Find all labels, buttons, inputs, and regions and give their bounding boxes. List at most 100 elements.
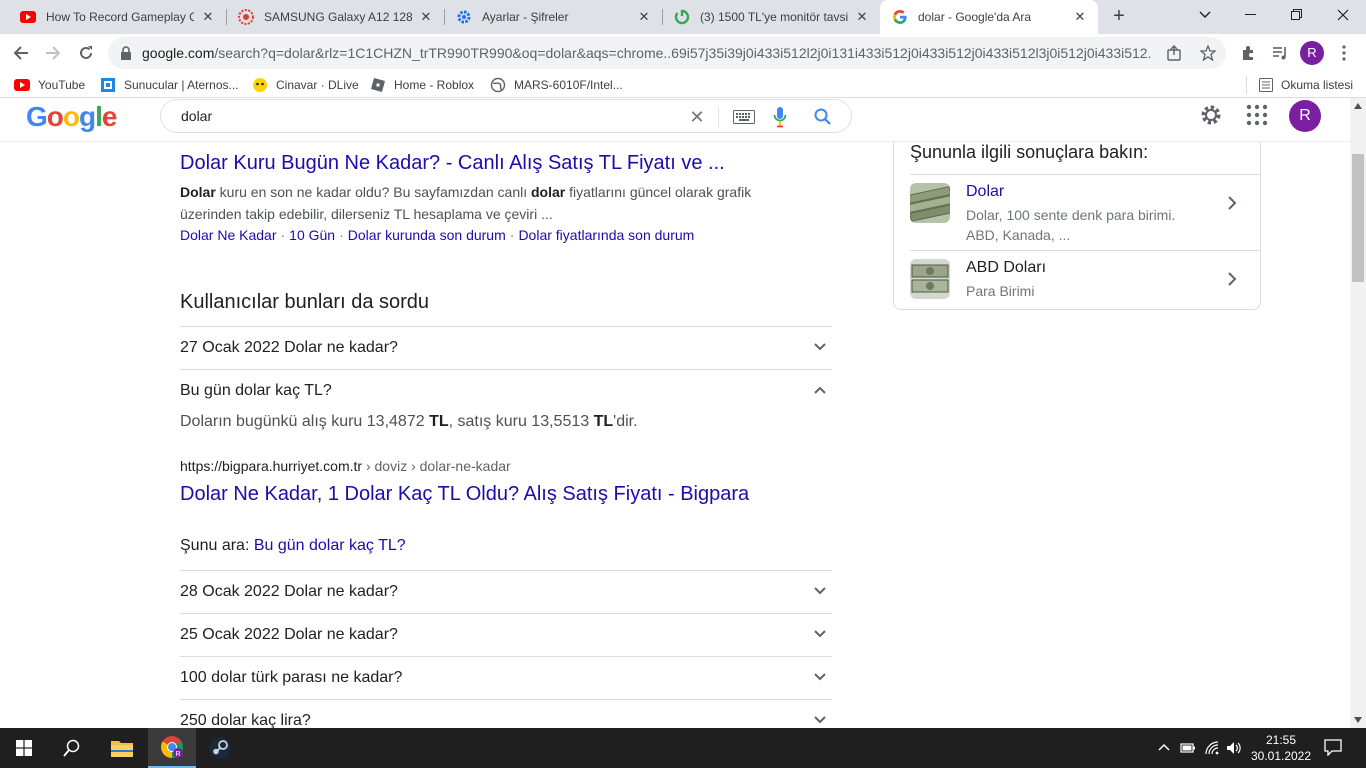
tab-5-active[interactable]: dolar - Google'da Ara ✕ — [880, 0, 1098, 34]
chevron-down-icon — [814, 673, 826, 681]
related-item-abd-dolari[interactable]: ABD Doları Para Birimi — [910, 250, 1260, 308]
tab-strip: How To Record Gameplay On ✕ SAMSUNG Gala… — [0, 0, 1366, 34]
scroll-down-arrow-icon[interactable] — [1350, 712, 1366, 728]
media-control-icon[interactable] — [1270, 43, 1290, 63]
minimize-button[interactable] — [1228, 0, 1274, 30]
tab-3-close-icon[interactable]: ✕ — [636, 9, 652, 25]
url-text[interactable]: google.com/search?q=dolar&rlz=1C1CHZN_tr… — [142, 45, 1152, 61]
taskbar-search-icon[interactable] — [48, 728, 96, 768]
wifi-icon[interactable] — [1204, 740, 1220, 756]
chrome-taskbar-icon[interactable]: R — [148, 728, 196, 768]
steam-icon[interactable] — [196, 728, 244, 768]
clear-search-icon[interactable]: ✕ — [687, 107, 707, 127]
bookmark-youtube[interactable]: YouTube — [14, 76, 85, 94]
bookmark-roblox[interactable]: Home - Roblox — [370, 76, 474, 94]
google-account-avatar[interactable]: R — [1289, 100, 1321, 132]
sitelink[interactable]: Dolar Ne Kadar — [180, 227, 277, 243]
paa-question-text: 28 Ocak 2022 Dolar ne kadar? — [180, 583, 398, 600]
url-path: /search?q=dolar&rlz=1C1CHZN_trTR990TR990… — [214, 45, 1152, 61]
cite-domain: https://bigpara.hurriyet.com.tr — [180, 458, 363, 474]
sitelink[interactable]: 10 Gün — [289, 227, 335, 243]
bookmark-mars[interactable]: MARS-6010F/Intel... — [490, 76, 623, 94]
scrollbar-thumb[interactable] — [1352, 154, 1364, 282]
tab-4[interactable]: (3) 1500 TL'ye monitör tavsiye ✕ — [662, 0, 880, 34]
paa-source-title-link[interactable]: Dolar Ne Kadar, 1 Dolar Kaç TL Oldu? Alı… — [180, 483, 749, 506]
paa-question-text: 27 Ocak 2022 Dolar ne kadar? — [180, 339, 398, 356]
result-snippet: Dolar kuru en son ne kadar oldu? Bu sayf… — [180, 181, 780, 225]
gear-icon — [456, 9, 472, 25]
google-logo[interactable]: Google — [26, 101, 117, 133]
taskbar-clock[interactable]: 21:55 30.01.2022 — [1250, 732, 1312, 764]
start-button-windows-icon[interactable] — [0, 728, 48, 768]
result-title-link[interactable]: Dolar Kuru Bugün Ne Kadar? - Canlı Alış … — [180, 152, 725, 175]
tab-2-close-icon[interactable]: ✕ — [418, 9, 434, 25]
reload-button[interactable] — [73, 40, 99, 66]
roblox-icon — [370, 77, 386, 93]
bookmark-dlive[interactable]: Cinavar · DLive — [252, 76, 359, 94]
tab-4-close-icon[interactable]: ✕ — [854, 9, 870, 25]
volume-icon[interactable] — [1226, 740, 1242, 756]
tab-1[interactable]: How To Record Gameplay On ✕ — [8, 0, 226, 34]
paa-question[interactable]: 100 dolar türk parası ne kadar? — [180, 656, 832, 699]
snippet-bold: dolar — [531, 184, 566, 200]
tab-3[interactable]: Ayarlar - Şifreler ✕ — [444, 0, 662, 34]
extensions-puzzle-icon[interactable] — [1238, 43, 1258, 63]
back-button[interactable] — [8, 40, 34, 66]
tab-3-title: Ayarlar - Şifreler — [482, 10, 569, 24]
file-explorer-folder-icon[interactable] — [98, 728, 146, 768]
paa-question[interactable]: 25 Ocak 2022 Dolar ne kadar? — [180, 613, 832, 656]
tab-search-chevron-icon[interactable] — [1182, 0, 1228, 30]
profile-avatar[interactable]: R — [1300, 41, 1324, 65]
search-for-suggestion: Şunu ara: Bu gün dolar kaç TL? — [180, 537, 406, 555]
page-scrollbar[interactable] — [1350, 98, 1366, 728]
related-item-title[interactable]: Dolar — [966, 183, 1004, 201]
menu-kebab-icon[interactable] — [1334, 43, 1354, 63]
tab-1-close-icon[interactable]: ✕ — [200, 9, 216, 25]
close-window-button[interactable] — [1320, 0, 1366, 30]
paa-question-expanded[interactable]: Bu gün dolar kaç TL? — [180, 369, 832, 412]
search-input[interactable] — [181, 108, 661, 124]
cite-path: › doviz › dolar-ne-kadar — [362, 458, 511, 474]
related-item-title[interactable]: ABD Doları — [966, 259, 1046, 277]
chevron-down-icon — [814, 587, 826, 595]
paa-question-text: 100 dolar türk parası ne kadar? — [180, 669, 403, 686]
chevron-down-icon — [814, 716, 826, 724]
bookmark-aternos[interactable]: Sunucular | Aternos... — [100, 76, 239, 94]
reading-list-label: Okuma listesi — [1281, 78, 1354, 92]
related-item-dolar[interactable]: Dolar Dolar, 100 sente denk para birimi.… — [910, 174, 1260, 250]
forward-button[interactable] — [40, 40, 66, 66]
paa-question[interactable]: 250 dolar kaç lira? — [180, 699, 832, 728]
chevron-right-icon — [1228, 196, 1237, 210]
bookmark-label: Cinavar · DLive — [276, 78, 359, 92]
paa-question[interactable]: 28 Ocak 2022 Dolar ne kadar? — [180, 570, 832, 613]
answer-bold: TL — [429, 413, 449, 430]
address-bar[interactable]: google.com/search?q=dolar&rlz=1C1CHZN_tr… — [108, 37, 1226, 69]
google-apps-grid-icon[interactable] — [1246, 104, 1268, 126]
sitelink[interactable]: Dolar fiyatlarında son durum — [518, 227, 694, 243]
search-for-link[interactable]: Bu gün dolar kaç TL? — [254, 537, 406, 554]
chevron-up-icon — [814, 386, 826, 394]
bookmark-star-icon[interactable] — [1200, 45, 1216, 61]
restore-button[interactable] — [1274, 0, 1320, 30]
battery-icon[interactable] — [1180, 740, 1196, 756]
microphone-icon[interactable] — [773, 106, 787, 128]
tab-5-title: dolar - Google'da Ara — [918, 10, 1032, 24]
notification-center-icon[interactable] — [1324, 738, 1342, 756]
reading-list-button[interactable]: Okuma listesi — [1246, 76, 1353, 94]
samsung-logo-icon — [238, 9, 254, 25]
paa-question[interactable]: 27 Ocak 2022 Dolar ne kadar? — [180, 326, 832, 369]
donanim-logo-icon — [674, 9, 690, 25]
tab-5-close-icon[interactable]: ✕ — [1072, 9, 1088, 25]
share-icon[interactable] — [1166, 45, 1182, 61]
tray-overflow-chevron-icon[interactable] — [1156, 740, 1172, 756]
new-tab-button[interactable]: + — [1106, 5, 1132, 29]
search-icon[interactable] — [813, 107, 833, 127]
lock-icon[interactable] — [120, 46, 132, 60]
keyboard-icon[interactable] — [733, 110, 755, 124]
tab-2[interactable]: SAMSUNG Galaxy A12 128GB ✕ — [226, 0, 444, 34]
paa-source-url[interactable]: https://bigpara.hurriyet.com.tr › doviz … — [180, 458, 511, 474]
settings-gear-icon[interactable] — [1199, 103, 1223, 127]
scroll-up-arrow-icon[interactable] — [1350, 98, 1366, 114]
search-box[interactable]: ✕ — [160, 99, 852, 133]
sitelink[interactable]: Dolar kurunda son durum — [348, 227, 506, 243]
